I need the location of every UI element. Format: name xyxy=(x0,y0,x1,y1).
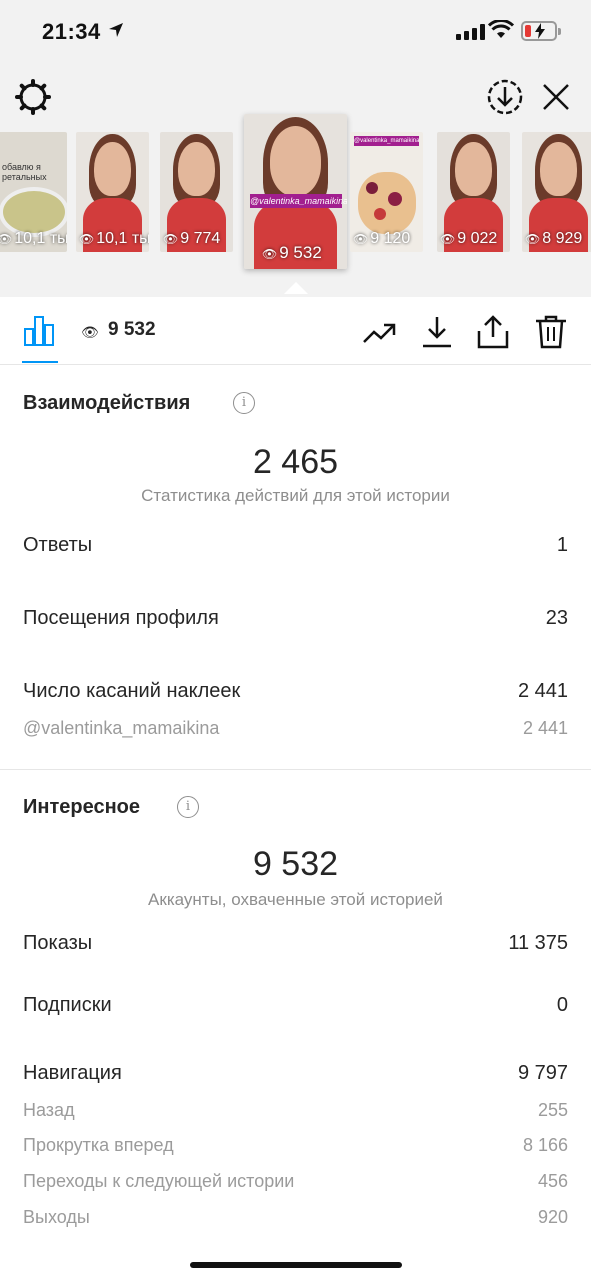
status-time: 21:34 xyxy=(42,19,101,44)
metric-label: @valentinka_mamaikina xyxy=(23,718,220,738)
save-download-icon[interactable] xyxy=(486,78,524,116)
interactions-subtitle: Статистика действий для этой истории xyxy=(141,486,450,505)
metric-value: 920 xyxy=(537,1207,568,1227)
nav-subrow-forward: Прокрутка вперед 8 166 xyxy=(23,1135,568,1156)
nav-subrow-next-story: Переходы к следующей истории 456 xyxy=(23,1171,568,1192)
story-thumbnail[interactable]: обавлю я ретальных 👁10,1 тыс xyxy=(0,132,67,252)
metric-label: Подписки xyxy=(23,994,112,1016)
story-thumbnail[interactable]: 👁 9 022 xyxy=(437,132,510,252)
close-icon[interactable] xyxy=(539,80,573,114)
discovery-info-icon[interactable]: i xyxy=(177,796,199,818)
metric-row-impressions: Показы 11 375 xyxy=(23,932,568,955)
metric-label: Посещения профиля xyxy=(23,607,219,629)
interactions-total: 2 465 xyxy=(252,443,339,481)
metric-value: 255 xyxy=(537,1100,568,1120)
metric-value: 23 xyxy=(545,607,568,629)
location-arrow-icon xyxy=(109,23,123,37)
story-thumbnail[interactable]: 👁10,1 тыс xyxy=(76,132,149,252)
metric-row-profile-visits: Посещения профиля 23 xyxy=(23,607,568,630)
delete-trash-icon[interactable] xyxy=(534,315,568,349)
discovery-total: 9 532 xyxy=(252,845,339,883)
home-indicator[interactable] xyxy=(190,1262,402,1268)
story-overlay-text: обавлю я ретальных xyxy=(2,162,47,182)
insights-toolbar: 👁 9 532 xyxy=(0,297,591,365)
section-divider xyxy=(0,769,591,770)
discovery-title: Интересное xyxy=(23,796,140,818)
promote-trend-icon[interactable] xyxy=(362,315,396,349)
eye-icon: 👁 xyxy=(81,324,99,340)
story-views: 👁 8 929 xyxy=(525,230,583,247)
mention-sticker: @valentinka_mamaikina xyxy=(250,194,347,208)
metric-label: Назад xyxy=(23,1100,75,1120)
settings-gear-icon[interactable] xyxy=(14,78,52,116)
share-icon[interactable] xyxy=(476,315,510,349)
metric-label: Показы xyxy=(23,932,93,954)
story-views: 👁 9 022 xyxy=(440,230,498,247)
metric-label: Ответы xyxy=(23,534,93,556)
download-icon[interactable] xyxy=(420,315,454,349)
metric-label: Переходы к следующей истории xyxy=(23,1171,295,1191)
wifi-icon xyxy=(488,20,514,38)
discovery-subtitle: Аккаунты, охваченные этой историей xyxy=(148,890,443,909)
metric-row-sticker-taps: Число касаний наклеек 2 441 xyxy=(23,680,568,703)
metric-row-replies: Ответы 1 xyxy=(23,534,568,557)
story-views: 👁 9 120 xyxy=(353,230,411,247)
cellular-signal-icon xyxy=(456,24,485,40)
story-view-count: 9 532 xyxy=(108,319,156,340)
metric-label: Прокрутка вперед xyxy=(23,1135,174,1155)
story-views: 👁 9 532 xyxy=(262,243,322,262)
mention-sticker: @valentinka_mamaikina xyxy=(354,136,419,146)
story-thumbnail[interactable]: 👁 8 929 xyxy=(522,132,591,252)
metric-value: 9 797 xyxy=(517,1062,568,1084)
metric-value: 456 xyxy=(537,1171,568,1191)
metric-value: 2 441 xyxy=(522,718,568,738)
metric-value: 2 441 xyxy=(517,680,568,702)
story-thumbnail[interactable]: 👁 9 774 xyxy=(160,132,233,252)
story-views: 👁10,1 тыс xyxy=(79,230,149,247)
interactions-title: Взаимодействия xyxy=(23,392,191,414)
story-thumbnails: обавлю я ретальных 👁10,1 тыс 👁10,1 тыс 👁… xyxy=(0,114,591,294)
interactions-info-icon[interactable]: i xyxy=(233,392,255,414)
metric-row-navigation: Навигация 9 797 xyxy=(23,1062,568,1085)
story-views: 👁10,1 тыс xyxy=(0,230,67,247)
metric-value: 0 xyxy=(556,994,568,1016)
nav-subrow-exits: Выходы 920 xyxy=(23,1207,568,1228)
metric-row-follows: Подписки 0 xyxy=(23,994,568,1017)
status-bar: 21:34 xyxy=(0,0,591,64)
metric-value: 8 166 xyxy=(522,1135,568,1155)
battery-icon xyxy=(521,21,561,41)
story-thumbnail[interactable]: @valentinka_mamaikina 👁 9 120 xyxy=(350,132,423,252)
metric-label: Число касаний наклеек xyxy=(23,680,241,702)
metric-value: 1 xyxy=(556,534,568,556)
story-thumbnail-selected[interactable]: @valentinka_mamaikina 👁 9 532 xyxy=(244,114,347,269)
nav-subrow-back: Назад 255 xyxy=(23,1100,568,1121)
story-views: 👁 9 774 xyxy=(163,230,221,247)
selected-story-pointer xyxy=(284,282,308,294)
active-tab-indicator xyxy=(22,361,58,363)
metric-subrow-mention: @valentinka_mamaikina 2 441 xyxy=(23,718,568,739)
metric-value: 11 375 xyxy=(508,932,568,954)
insights-bar-chart-icon[interactable] xyxy=(23,313,57,347)
metric-label: Навигация xyxy=(23,1062,122,1084)
metric-label: Выходы xyxy=(23,1207,90,1227)
